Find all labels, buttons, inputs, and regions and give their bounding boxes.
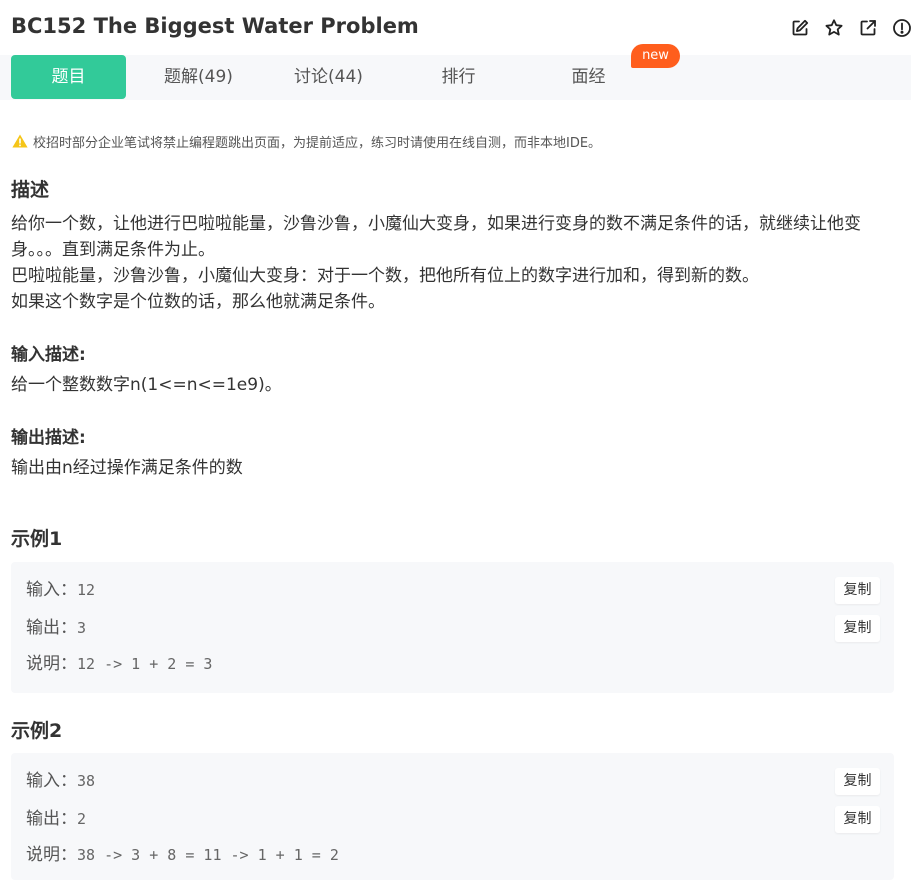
notice-text: 校招时部分企业笔试将禁止编程题跳出页面，为提前适应，练习时请使用在线自测，而非本… <box>33 136 602 151</box>
tab-ranking[interactable]: 排行 <box>401 55 516 99</box>
description-text: 给你一个数，让他进行巴啦啦能量，沙鲁沙鲁，小魔仙大变身，如果进行变身的数不满足条… <box>11 211 901 315</box>
tab-discussion[interactable]: 讨论(44) <box>271 55 386 99</box>
example-input-value: 38 <box>77 772 96 790</box>
output-description-text: 输出由n经过操作满足条件的数 <box>11 458 243 478</box>
example-explain-row: 说明：38 -> 3 + 8 = 11 -> 1 + 1 = 2 <box>26 842 339 868</box>
report-icon[interactable] <box>892 18 911 38</box>
example-output-row: 输出：2 <box>26 806 86 832</box>
example-output-label: 输出： <box>26 618 77 638</box>
example-heading: 示例2 <box>11 720 63 742</box>
example-input-row: 输入：12 <box>26 577 95 603</box>
example-input-row: 输入：38 <box>26 768 95 794</box>
edit-icon[interactable] <box>790 18 810 38</box>
example-explain-value: 38 -> 3 + 8 = 11 -> 1 + 1 = 2 <box>77 846 339 864</box>
tab-problem[interactable]: 题目 <box>11 55 126 99</box>
copy-input-button[interactable]: 复制 <box>835 577 880 604</box>
example-output-value: 2 <box>77 810 87 828</box>
copy-output-button[interactable]: 复制 <box>835 615 880 642</box>
example-heading: 示例1 <box>11 528 63 550</box>
title-bar: BC152 The Biggest Water Problem <box>0 0 911 56</box>
new-badge: new <box>631 44 680 68</box>
page-title: BC152 The Biggest Water Problem <box>11 14 419 38</box>
example-explain-value: 12 -> 1 + 2 = 3 <box>77 655 213 673</box>
tab-interview[interactable]: 面经 <box>531 55 646 99</box>
copy-output-button[interactable]: 复制 <box>835 806 880 833</box>
output-description-heading: 输出描述: <box>11 428 86 448</box>
tab-bar: 题目 题解(49) 讨论(44) 排行 面经 <box>0 55 911 100</box>
description-heading: 描述 <box>11 179 50 201</box>
example-input-label: 输入： <box>26 771 77 791</box>
description-line: 如果这个数字是个位数的话，那么他就满足条件。 <box>11 292 385 312</box>
example-explain-row: 说明：12 -> 1 + 2 = 3 <box>26 651 212 677</box>
example-box: 输入：12 复制 输出：3 复制 说明：12 -> 1 + 2 = 3 <box>11 562 894 693</box>
tab-solutions[interactable]: 题解(49) <box>141 55 256 99</box>
description-line: 巴啦啦能量，沙鲁沙鲁，小魔仙大变身：对于一个数，把他所有位上的数字进行加和，得到… <box>11 266 759 286</box>
star-icon[interactable] <box>824 18 844 38</box>
example-output-label: 输出： <box>26 809 77 829</box>
example-explain-label: 说明： <box>26 845 77 865</box>
input-description-heading: 输入描述: <box>11 345 86 365</box>
input-description-text: 给一个整数数字n(1<=n<=1e9)。 <box>11 375 282 395</box>
example-box: 输入：38 复制 输出：2 复制 说明：38 -> 3 + 8 = 11 -> … <box>11 753 894 880</box>
description-line: 给你一个数，让他进行巴啦啦能量，沙鲁沙鲁，小魔仙大变身，如果进行变身的数不满足条… <box>11 214 861 260</box>
warning-icon <box>12 134 28 148</box>
example-input-label: 输入： <box>26 580 77 600</box>
share-icon[interactable] <box>858 18 878 38</box>
copy-input-button[interactable]: 复制 <box>835 768 880 795</box>
example-input-value: 12 <box>77 581 96 599</box>
example-output-value: 3 <box>77 619 87 637</box>
example-output-row: 输出：3 <box>26 615 86 641</box>
example-explain-label: 说明： <box>26 654 77 674</box>
